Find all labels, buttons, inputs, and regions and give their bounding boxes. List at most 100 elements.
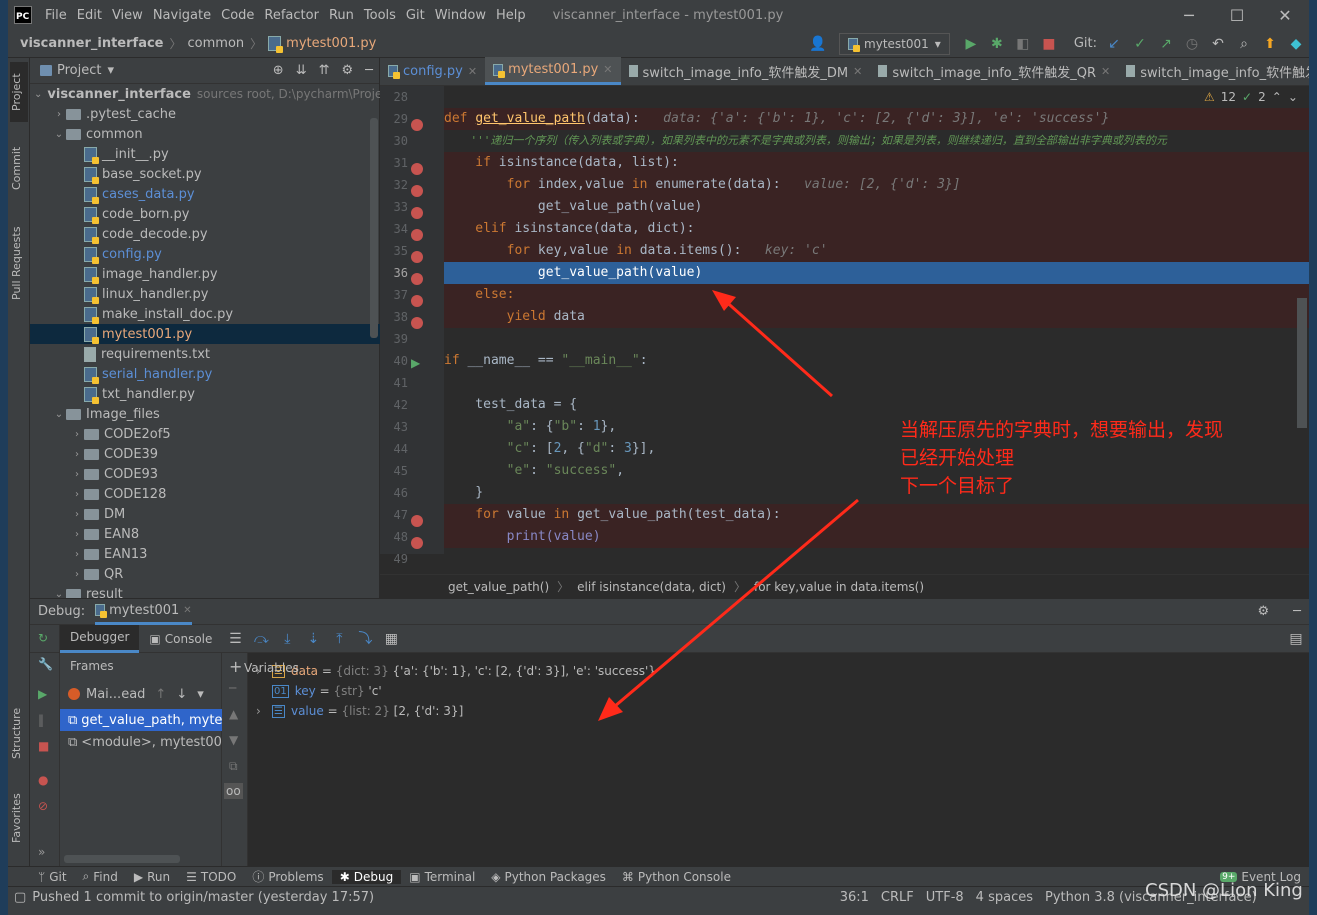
chevron-right-icon[interactable]: › bbox=[70, 429, 84, 440]
chevron-right-icon[interactable]: › bbox=[52, 109, 66, 120]
tree-folder[interactable]: › CODE39 bbox=[30, 444, 380, 464]
gear-icon[interactable]: ⚙ bbox=[336, 63, 360, 78]
breadcrumb-file[interactable]: mytest001.py bbox=[286, 36, 380, 51]
chevron-right-icon[interactable]: › bbox=[70, 549, 84, 560]
step-into-icon[interactable]: ⤓ bbox=[277, 629, 297, 649]
menu-navigate[interactable]: Navigate bbox=[148, 8, 216, 23]
tool-run[interactable]: ▶ Run bbox=[126, 870, 178, 884]
resume-icon[interactable]: ▶ bbox=[38, 687, 47, 701]
expand-all-icon[interactable]: ⇊ bbox=[290, 63, 313, 78]
tree-file[interactable]: mytest001.py bbox=[30, 324, 380, 344]
menu-code[interactable]: Code bbox=[216, 8, 259, 23]
chevron-right-icon[interactable]: › bbox=[70, 449, 84, 460]
breadcrumb-item[interactable]: for key,value in data.items() bbox=[754, 580, 924, 594]
chevron-up-icon[interactable]: ⌃ bbox=[1272, 90, 1282, 104]
frame-item[interactable]: ⧉<module>, mytest001.p bbox=[60, 731, 222, 753]
menu-view[interactable]: View bbox=[107, 8, 148, 23]
project-scrollbar[interactable] bbox=[370, 118, 378, 338]
tree-file[interactable]: make_install_doc.py bbox=[30, 304, 380, 324]
menu-run[interactable]: Run bbox=[324, 8, 359, 23]
plugin-icon[interactable]: ◆ bbox=[1286, 34, 1306, 54]
close-icon[interactable]: ✕ bbox=[853, 65, 862, 78]
breakpoint-icon[interactable] bbox=[411, 295, 423, 307]
step-out-icon[interactable]: ⤒ bbox=[329, 629, 349, 649]
file-encoding[interactable]: UTF-8 bbox=[920, 890, 970, 905]
view-breakpoints-icon[interactable]: ● bbox=[38, 773, 48, 787]
gear-icon[interactable]: ⚙ bbox=[1252, 604, 1276, 619]
chevron-down-icon[interactable]: ▾ bbox=[197, 687, 204, 702]
variable-row[interactable]: › ☰ data = {dict: 3} {'a': {'b': 1}, 'c': … bbox=[256, 661, 656, 681]
locate-icon[interactable]: ⊕ bbox=[267, 63, 290, 78]
tree-file[interactable]: __init__.py bbox=[30, 144, 380, 164]
tree-folder[interactable]: › CODE93 bbox=[30, 464, 380, 484]
menu-git[interactable]: Git bbox=[401, 8, 430, 23]
tree-file[interactable]: cases_data.py bbox=[30, 184, 380, 204]
history-icon[interactable]: ◷ bbox=[1182, 34, 1202, 54]
hide-icon[interactable]: ─ bbox=[359, 63, 379, 78]
tab-mytest001[interactable]: mytest001.py ✕ bbox=[485, 57, 621, 85]
frame-item[interactable]: ⧉get_value_path, mytest0 bbox=[60, 709, 222, 731]
tab-project[interactable]: Project bbox=[10, 62, 28, 122]
tab-console[interactable]: ▣ Console bbox=[139, 632, 222, 646]
tree-file[interactable]: config.py bbox=[30, 244, 380, 264]
tree-file[interactable]: serial_handler.py bbox=[30, 364, 380, 384]
tab-favorites[interactable]: Favorites bbox=[10, 788, 28, 848]
chevron-down-icon[interactable]: ▾ bbox=[107, 63, 114, 78]
step-into-my-code-icon[interactable]: ⇣ bbox=[303, 629, 323, 649]
tree-file[interactable]: base_socket.py bbox=[30, 164, 380, 184]
code-area[interactable]: def get_value_path(data): data: {'a': {'… bbox=[444, 86, 1309, 554]
up-icon[interactable]: ▲ bbox=[229, 707, 238, 721]
chevron-right-icon[interactable]: › bbox=[70, 569, 84, 580]
step-over-icon[interactable]: ⤼ bbox=[251, 629, 271, 649]
maximize-icon[interactable]: ☐ bbox=[1213, 6, 1261, 25]
chevron-right-icon[interactable]: › bbox=[70, 489, 84, 500]
menu-file[interactable]: File bbox=[40, 8, 72, 23]
rerun-icon[interactable]: ↻ bbox=[38, 631, 48, 645]
git-update-icon[interactable]: ↙ bbox=[1104, 34, 1124, 54]
menu-help[interactable]: Help bbox=[491, 8, 531, 23]
close-icon[interactable]: ✕ bbox=[1101, 65, 1110, 78]
variable-row[interactable]: 01 key = {str} 'c' bbox=[256, 681, 382, 701]
close-window-icon[interactable]: ✕ bbox=[1261, 6, 1309, 25]
tool-problems[interactable]: ⓘ Problems bbox=[244, 868, 331, 885]
run-icon[interactable]: ▶ bbox=[961, 34, 981, 54]
breadcrumb-item[interactable]: get_value_path() bbox=[448, 580, 549, 594]
pause-icon[interactable]: ‖ bbox=[38, 713, 44, 727]
breadcrumb-item[interactable]: elif isinstance(data, dict) bbox=[577, 580, 726, 594]
tree-folder[interactable]: ⌄ common bbox=[30, 124, 380, 144]
project-title[interactable]: Project bbox=[57, 63, 101, 78]
tool-terminal[interactable]: ▣ Terminal bbox=[401, 870, 483, 884]
chevron-right-icon[interactable]: › bbox=[70, 469, 84, 480]
menu-icon[interactable]: ☰ bbox=[225, 629, 245, 649]
user-icon[interactable]: 👤 bbox=[808, 34, 828, 54]
breakpoint-icon[interactable] bbox=[411, 537, 423, 549]
tree-file[interactable]: code_decode.py bbox=[30, 224, 380, 244]
tab-debugger[interactable]: Debugger bbox=[60, 624, 140, 653]
more-icon[interactable]: » bbox=[38, 845, 45, 859]
breakpoint-icon[interactable] bbox=[411, 207, 423, 219]
tree-file[interactable]: image_handler.py bbox=[30, 264, 380, 284]
tree-root[interactable]: ⌄ viscanner_interface sources root, D:\p… bbox=[30, 84, 382, 104]
tree-folder[interactable]: › QR bbox=[30, 564, 380, 584]
variable-row[interactable]: › ☰ value = {list: 2} [2, {'d': 3}] bbox=[256, 701, 463, 721]
debug-icon[interactable]: ✱ bbox=[987, 34, 1007, 54]
rollback-icon[interactable]: ↶ bbox=[1208, 34, 1228, 54]
tool-debug[interactable]: ✱ Debug bbox=[331, 869, 402, 884]
tree-file[interactable]: txt_handler.py bbox=[30, 384, 380, 404]
stop-icon[interactable]: ■ bbox=[1039, 34, 1059, 54]
down-icon[interactable]: ▼ bbox=[229, 733, 238, 747]
breakpoint-icon[interactable] bbox=[411, 273, 423, 285]
breadcrumb-folder[interactable]: common bbox=[184, 36, 249, 51]
thread-select[interactable]: Mai...ead ↑ ↓ ▾ bbox=[60, 683, 222, 705]
tree-folder[interactable]: › CODE128 bbox=[30, 484, 380, 504]
line-separator[interactable]: CRLF bbox=[875, 890, 920, 905]
chevron-right-icon[interactable]: › bbox=[70, 509, 84, 520]
tree-file[interactable]: requirements.txt bbox=[30, 344, 380, 364]
tab-config[interactable]: config.py ✕ bbox=[380, 57, 485, 85]
collapse-all-icon[interactable]: ⇈ bbox=[313, 63, 336, 78]
inspection-widget[interactable]: ⚠ 12 ✓ 2 ⌃ ⌄ bbox=[1200, 90, 1302, 104]
wrench-icon[interactable]: 🔧 bbox=[38, 657, 53, 671]
tab-structure[interactable]: Structure bbox=[10, 698, 28, 768]
close-icon[interactable]: ✕ bbox=[468, 65, 477, 78]
tool-find[interactable]: ⌕ Find bbox=[75, 869, 126, 884]
